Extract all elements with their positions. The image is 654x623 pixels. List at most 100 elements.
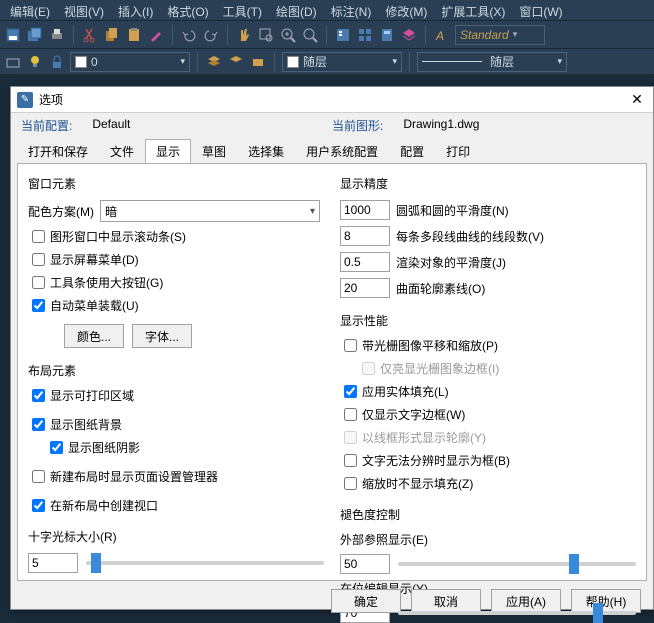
chk-text-as-box[interactable]: 文字无法分辨时显示为框(B) bbox=[340, 452, 636, 469]
tab-print[interactable]: 打印 bbox=[435, 139, 481, 163]
menu-window[interactable]: 窗口(W) bbox=[513, 2, 568, 18]
tab-display[interactable]: 显示 bbox=[145, 139, 191, 163]
text-style-value: Standard bbox=[460, 28, 509, 42]
menu-draw[interactable]: 绘图(D) bbox=[270, 2, 323, 18]
arc-smoothness-label: 圆弧和圆的平滑度(N) bbox=[396, 202, 509, 219]
tabs: 打开和保存 文件 显示 草图 选择集 用户系统配置 配置 打印 bbox=[17, 139, 647, 164]
color-bylayer-value: 随层 bbox=[303, 53, 327, 70]
chk-new-layout-pagesetup[interactable]: 新建布局时显示页面设置管理器 bbox=[28, 468, 324, 485]
properties-icon[interactable] bbox=[334, 26, 352, 44]
menu-bar: 编辑(E) 视图(V) 插入(I) 格式(O) 工具(T) 绘图(D) 标注(N… bbox=[0, 0, 654, 20]
chk-large-buttons[interactable]: 工具条使用大按钮(G) bbox=[28, 274, 324, 291]
hand-icon[interactable] bbox=[235, 26, 253, 44]
print-icon[interactable] bbox=[48, 26, 66, 44]
paste-icon[interactable] bbox=[125, 26, 143, 44]
layer-iso-icon[interactable] bbox=[249, 53, 267, 71]
color-scheme-label: 配色方案(M) bbox=[28, 203, 94, 220]
crosshair-size-label: 十字光标大小(R) bbox=[28, 528, 324, 545]
chk-solid-fill[interactable]: 应用实体填充(L) bbox=[340, 383, 636, 400]
zoom-window-icon[interactable] bbox=[257, 26, 275, 44]
chk-highlight-raster-frame: 仅亮显光栅图象边框(I) bbox=[340, 360, 636, 377]
polyline-segments-input[interactable] bbox=[340, 226, 390, 246]
tab-files[interactable]: 文件 bbox=[99, 139, 145, 163]
cancel-button[interactable]: 取消 bbox=[411, 589, 481, 613]
xref-fade-input[interactable] bbox=[340, 554, 390, 574]
cut-icon[interactable] bbox=[81, 26, 99, 44]
group-display-performance: 显示性能 bbox=[340, 312, 636, 329]
chk-pan-zoom-raster[interactable]: 带光栅图像平移和缩放(P) bbox=[340, 337, 636, 354]
zoom-in-icon[interactable] bbox=[279, 26, 297, 44]
layer-prev-icon[interactable] bbox=[227, 53, 245, 71]
save-icon[interactable] bbox=[4, 26, 22, 44]
tab-content-display: 窗口元素 配色方案(M) 暗 图形窗口中显示滚动条(S) 显示屏幕菜单(D) 工… bbox=[17, 163, 647, 581]
chk-zoom-no-fill[interactable]: 缩放时不显示填充(Z) bbox=[340, 475, 636, 492]
lock-icon[interactable] bbox=[48, 53, 66, 71]
menu-tools[interactable]: 工具(T) bbox=[217, 2, 268, 18]
current-profile-label: 当前配置: bbox=[21, 117, 72, 134]
chk-text-frame-only[interactable]: 仅显示文字边框(W) bbox=[340, 406, 636, 423]
help-button[interactable]: 帮助(H) bbox=[571, 589, 641, 613]
ok-button[interactable]: 确定 bbox=[331, 589, 401, 613]
chk-screen-menu[interactable]: 显示屏幕菜单(D) bbox=[28, 251, 324, 268]
tab-selection[interactable]: 选择集 bbox=[237, 139, 295, 163]
layer-state-icon[interactable] bbox=[4, 53, 22, 71]
chk-paper-shadow[interactable]: 显示图纸阴影 bbox=[28, 439, 324, 456]
xref-fade-slider[interactable] bbox=[398, 562, 636, 566]
menu-dimension[interactable]: 标注(N) bbox=[325, 2, 378, 18]
current-profile-value: Default bbox=[92, 117, 130, 134]
group-display-precision: 显示精度 bbox=[340, 175, 636, 192]
crosshair-size-slider[interactable] bbox=[86, 561, 324, 565]
crosshair-size-input[interactable] bbox=[28, 553, 78, 573]
text-style-combo[interactable]: Standard▾ bbox=[455, 25, 545, 45]
surface-contour-input[interactable] bbox=[340, 278, 390, 298]
colors-button[interactable]: 颜色... bbox=[64, 324, 124, 348]
polyline-segments-label: 每条多段线曲线的线段数(V) bbox=[396, 228, 544, 245]
zoom-extents-icon[interactable] bbox=[301, 26, 319, 44]
svg-text:A: A bbox=[435, 29, 444, 43]
chk-scrollbars[interactable]: 图形窗口中显示滚动条(S) bbox=[28, 228, 324, 245]
tab-open-save[interactable]: 打开和保存 bbox=[17, 139, 99, 163]
copy-icon[interactable] bbox=[103, 26, 121, 44]
current-drawing-value: Drawing1.dwg bbox=[403, 117, 479, 134]
menu-edit[interactable]: 编辑(E) bbox=[4, 2, 56, 18]
apply-button[interactable]: 应用(A) bbox=[491, 589, 561, 613]
inplace-fade-slider[interactable] bbox=[398, 611, 636, 615]
color-scheme-select[interactable]: 暗 bbox=[100, 200, 320, 222]
options-dialog: ✎ 选项 ✕ 当前配置: Default 当前图形: Drawing1.dwg … bbox=[10, 86, 654, 610]
bulb-icon[interactable] bbox=[26, 53, 44, 71]
close-icon[interactable]: ✕ bbox=[627, 90, 647, 110]
color-bylayer-combo[interactable]: 随层▾ bbox=[282, 52, 402, 72]
chk-new-layout-viewport[interactable]: 在新布局中创建视口 bbox=[28, 497, 324, 514]
render-smoothness-label: 渲染对象的平滑度(J) bbox=[396, 254, 506, 271]
menu-modify[interactable]: 修改(M) bbox=[379, 2, 433, 18]
layers-icon[interactable] bbox=[400, 26, 418, 44]
calc-icon[interactable] bbox=[378, 26, 396, 44]
chk-paper-background[interactable]: 显示图纸背景 bbox=[28, 416, 324, 433]
current-drawing-label: 当前图形: bbox=[332, 117, 383, 134]
linetype-value: 随层 bbox=[490, 53, 514, 70]
undo-icon[interactable] bbox=[180, 26, 198, 44]
menu-insert[interactable]: 插入(I) bbox=[112, 2, 159, 18]
grid-icon[interactable] bbox=[356, 26, 374, 44]
tab-profiles[interactable]: 配置 bbox=[389, 139, 435, 163]
brush-icon[interactable] bbox=[147, 26, 165, 44]
fonts-button[interactable]: 字体... bbox=[132, 324, 192, 348]
layer-level-combo[interactable]: 0▾ bbox=[70, 52, 190, 72]
linetype-combo[interactable]: 随层▾ bbox=[417, 52, 567, 72]
render-smoothness-input[interactable] bbox=[340, 252, 390, 272]
menu-extensions[interactable]: 扩展工具(X) bbox=[435, 2, 511, 18]
menu-view[interactable]: 视图(V) bbox=[58, 2, 110, 18]
tab-user-preferences[interactable]: 用户系统配置 bbox=[295, 139, 389, 163]
arc-smoothness-input[interactable] bbox=[340, 200, 390, 220]
tab-draft[interactable]: 草图 bbox=[191, 139, 237, 163]
chk-autoload-menu[interactable]: 自动菜单装载(U) bbox=[28, 297, 324, 314]
chk-printable-area[interactable]: 显示可打印区域 bbox=[28, 387, 324, 404]
dialog-icon: ✎ bbox=[17, 92, 33, 108]
redo-icon[interactable] bbox=[202, 26, 220, 44]
saveall-icon[interactable] bbox=[26, 26, 44, 44]
xref-fade-label: 外部参照显示(E) bbox=[340, 531, 636, 548]
text-style-icon[interactable]: A bbox=[433, 26, 451, 44]
layer-manager-icon[interactable] bbox=[205, 53, 223, 71]
surface-contour-label: 曲面轮廓素线(O) bbox=[396, 280, 485, 297]
menu-format[interactable]: 格式(O) bbox=[161, 2, 214, 18]
